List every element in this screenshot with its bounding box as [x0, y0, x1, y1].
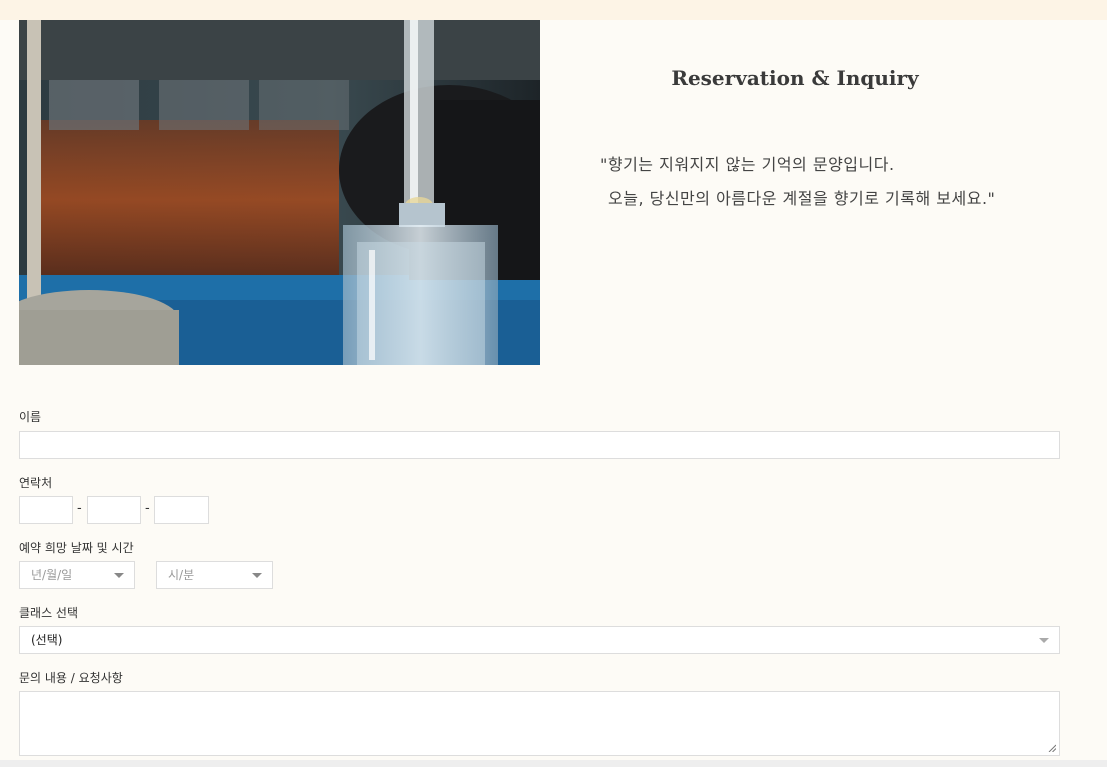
phone-label: 연락처: [19, 476, 53, 490]
phone-separator: -: [77, 501, 82, 516]
datetime-label: 예약 희망 날짜 및 시간: [19, 541, 134, 555]
inquiry-textarea[interactable]: [19, 691, 1060, 756]
caret-down-icon: [1039, 638, 1049, 643]
page-title: Reservation & Inquiry: [671, 66, 919, 90]
caret-down-icon: [114, 573, 124, 578]
brand-quote: "향기는 지워지지 않는 기억의 문양입니다. 오늘, 당신만의 아름다운 계절…: [600, 148, 1080, 216]
time-placeholder: 시/분: [168, 568, 195, 582]
phone-part-3-input[interactable]: [154, 496, 209, 524]
inquiry-label: 문의 내용 / 요청사항: [19, 671, 123, 685]
phone-separator: -: [145, 501, 150, 516]
resize-handle-icon[interactable]: [1048, 744, 1056, 752]
date-placeholder: 년/월/일: [31, 568, 73, 582]
hero-photo: [19, 20, 540, 365]
name-input[interactable]: [19, 431, 1060, 459]
phone-part-2-input[interactable]: [87, 496, 141, 524]
class-label: 클래스 선택: [19, 606, 79, 620]
quote-line-1: "향기는 지워지지 않는 기억의 문양입니다.: [600, 155, 895, 174]
time-select[interactable]: 시/분: [156, 561, 273, 589]
class-selected-value: (선택): [31, 633, 63, 647]
top-strip: [0, 0, 1107, 20]
bottom-strip: [0, 760, 1107, 767]
date-select[interactable]: 년/월/일: [19, 561, 135, 589]
class-select[interactable]: (선택): [19, 626, 1060, 654]
name-label: 이름: [19, 410, 42, 424]
caret-down-icon: [252, 573, 262, 578]
phone-part-1-input[interactable]: [19, 496, 73, 524]
quote-line-2: 오늘, 당신만의 아름다운 계절을 향기로 기록해 보세요.": [608, 189, 996, 208]
